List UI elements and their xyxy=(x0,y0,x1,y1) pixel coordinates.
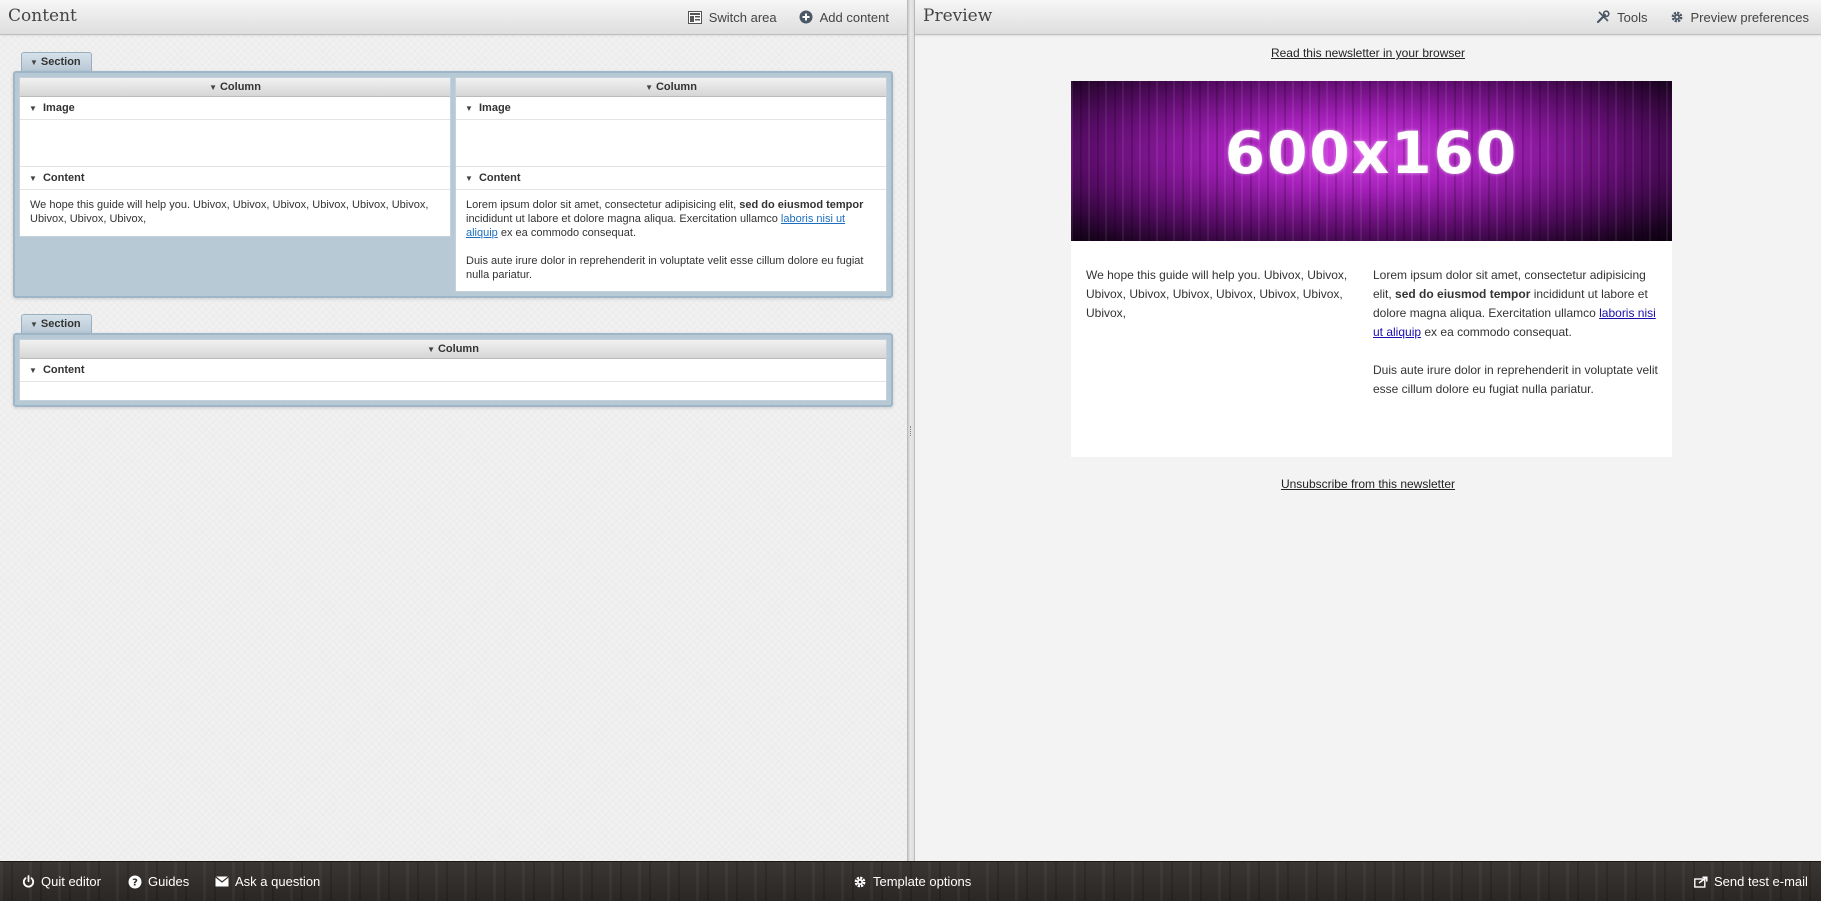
collapse-triangle-icon[interactable]: ▼ xyxy=(465,174,473,183)
switch-area-label: Switch area xyxy=(708,9,777,25)
newsletter-right-paragraph-1: Lorem ipsum dolor sit amet, consectetur … xyxy=(1373,268,1656,339)
tools-button[interactable]: Tools xyxy=(1596,9,1648,25)
preview-panel-header: Preview Tools Preview preferences xyxy=(915,0,1821,35)
column-label: Column xyxy=(219,81,261,93)
send-test-email-button[interactable]: Send test e-mail xyxy=(1694,862,1808,901)
section-tab-2[interactable]: ▼ Section xyxy=(21,314,92,333)
splitter-grip-icon[interactable] xyxy=(910,426,914,436)
power-icon xyxy=(22,875,35,888)
newsletter-right-paragraph-2: Duis aute irure dolor in reprehenderit i… xyxy=(1373,363,1658,396)
collapse-triangle-icon[interactable]: ▼ xyxy=(29,104,37,113)
preview-preferences-button[interactable]: Preview preferences xyxy=(1670,9,1810,25)
column-full[interactable]: ▼ Column ▼ Content xyxy=(19,339,887,401)
section-tab-1[interactable]: ▼ Section xyxy=(21,52,92,71)
newsletter-left-column: We hope this guide will help you. Ubivox… xyxy=(1086,266,1356,342)
newsletter-right-column: Lorem ipsum dolor sit amet, consectetur … xyxy=(1373,266,1658,418)
image-block-header[interactable]: ▼ Image xyxy=(20,97,450,120)
banner-image: 600x160 xyxy=(1071,81,1672,241)
newsletter-left-text: We hope this guide will help you. Ubivox… xyxy=(1086,268,1348,320)
collapse-triangle-icon[interactable]: ▼ xyxy=(29,174,37,183)
block-label: Content xyxy=(42,172,85,184)
column-label: Column xyxy=(437,343,479,355)
guides-label: Guides xyxy=(148,874,190,889)
gear-icon xyxy=(1670,10,1684,24)
plus-circle-icon xyxy=(799,10,813,24)
preview-panel-title: Preview xyxy=(923,6,993,26)
content-block-header[interactable]: ▼ Content xyxy=(20,167,450,190)
tools-icon xyxy=(1596,10,1610,24)
column-2[interactable]: ▼ Column ▼ Image ▼ Content Lorem ipsum do… xyxy=(455,77,887,292)
column-label: Column xyxy=(655,81,697,93)
section-2[interactable]: ▼ Column ▼ Content xyxy=(13,333,893,407)
block-label: Image xyxy=(42,102,75,114)
read-in-browser-link[interactable]: Read this newsletter in your browser xyxy=(915,46,1821,60)
content-text: We hope this guide will help you. Ubivox… xyxy=(30,199,429,225)
content-block-header[interactable]: ▼ Content xyxy=(456,167,886,190)
preview-panel: Preview Tools Preview preferences Read t… xyxy=(915,0,1821,861)
envelope-icon xyxy=(215,876,229,887)
block-label: Content xyxy=(478,172,521,184)
content-panel: Content Switch area Add content ▼ Section… xyxy=(0,0,907,861)
gear-icon xyxy=(853,875,867,889)
content-panel-title: Content xyxy=(8,6,77,26)
column-header[interactable]: ▼ Column xyxy=(456,78,886,97)
content-panel-header: Content Switch area Add content xyxy=(0,0,907,35)
collapse-triangle-icon[interactable]: ▼ xyxy=(427,345,435,354)
column-header[interactable]: ▼ Column xyxy=(20,340,886,359)
switch-area-button[interactable]: Switch area xyxy=(687,9,777,25)
content-paragraph-1: Lorem ipsum dolor sit amet, consectetur … xyxy=(466,199,864,239)
section-label: Section xyxy=(40,318,81,330)
collapse-triangle-icon[interactable]: ▼ xyxy=(209,83,217,92)
collapse-triangle-icon[interactable]: ▼ xyxy=(645,83,653,92)
send-icon xyxy=(1694,875,1708,888)
question-icon: ? xyxy=(128,875,142,889)
collapse-triangle-icon[interactable]: ▼ xyxy=(30,58,38,67)
content-block-body[interactable]: Lorem ipsum dolor sit amet, consectetur … xyxy=(456,190,886,302)
add-content-button[interactable]: Add content xyxy=(799,10,889,25)
collapse-triangle-icon[interactable]: ▼ xyxy=(465,104,473,113)
add-content-label: Add content xyxy=(819,9,889,25)
layout-icon xyxy=(687,10,702,24)
preview-preferences-label: Preview preferences xyxy=(1690,9,1810,25)
image-block-area[interactable] xyxy=(456,120,886,167)
send-test-email-label: Send test e-mail xyxy=(1714,874,1808,889)
svg-text:?: ? xyxy=(132,877,138,888)
image-block-header[interactable]: ▼ Image xyxy=(456,97,886,120)
collapse-triangle-icon[interactable]: ▼ xyxy=(30,320,38,329)
ask-question-button[interactable]: Ask a question xyxy=(215,862,320,901)
quit-editor-label: Quit editor xyxy=(41,874,101,889)
image-block-area[interactable] xyxy=(20,120,450,167)
unsubscribe-link[interactable]: Unsubscribe from this newsletter xyxy=(915,477,1821,491)
footer-bar: Quit editor ? Guides Ask a question Temp… xyxy=(0,861,1821,901)
newsletter-body: We hope this guide will help you. Ubivox… xyxy=(1071,241,1672,457)
content-block-header[interactable]: ▼ Content xyxy=(20,359,886,382)
template-options-button[interactable]: Template options xyxy=(853,862,971,901)
collapse-triangle-icon[interactable]: ▼ xyxy=(29,366,37,375)
guides-button[interactable]: ? Guides xyxy=(128,862,189,901)
panel-splitter[interactable] xyxy=(907,0,915,861)
column-header[interactable]: ▼ Column xyxy=(20,78,450,97)
banner-placeholder-text: 600x160 xyxy=(1224,119,1519,187)
section-label: Section xyxy=(40,56,81,68)
content-block-body[interactable]: We hope this guide will help you. Ubivox… xyxy=(20,190,450,246)
content-paragraph-2: Duis aute irure dolor in reprehenderit i… xyxy=(466,255,864,281)
tools-label: Tools xyxy=(1617,9,1648,25)
block-label: Image xyxy=(478,102,511,114)
section-1[interactable]: ▼ Column ▼ Image ▼ Content We hope this g… xyxy=(13,71,893,298)
column-1[interactable]: ▼ Column ▼ Image ▼ Content We hope this g… xyxy=(19,77,451,237)
content-block-body[interactable] xyxy=(20,382,886,402)
quit-editor-button[interactable]: Quit editor xyxy=(22,862,101,901)
block-label: Content xyxy=(42,364,85,376)
template-options-label: Template options xyxy=(873,874,972,889)
ask-question-label: Ask a question xyxy=(235,874,321,889)
